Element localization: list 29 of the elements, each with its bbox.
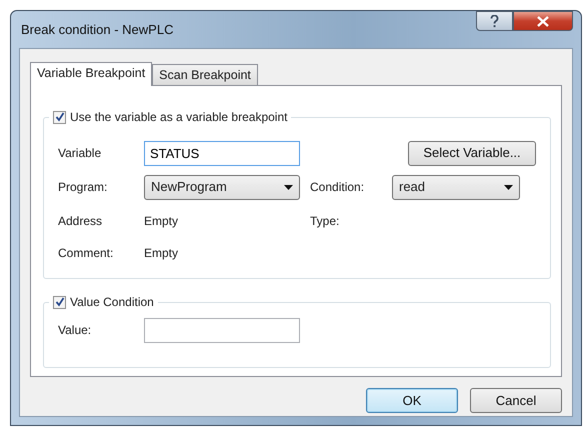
- dialog-button[interactable]: Cancel: [470, 388, 562, 413]
- field-label: Address: [58, 213, 104, 230]
- field-label: Variable: [58, 145, 102, 162]
- close-button[interactable]: [513, 11, 573, 31]
- field-label: Comment:: [58, 245, 114, 262]
- field-label: Type:: [309, 213, 340, 230]
- field-label: Program:: [58, 179, 108, 196]
- select-variable-button[interactable]: Select Variable...: [408, 140, 536, 166]
- dropdown-arrow-icon: [284, 184, 293, 190]
- dropdown[interactable]: NewProgram: [144, 174, 300, 200]
- checkbox[interactable]: [53, 296, 66, 308]
- tab[interactable]: Variable Breakpoint: [30, 62, 152, 86]
- input-field[interactable]: [144, 318, 300, 342]
- help-icon: [490, 14, 499, 28]
- window-title: Break condition - NewPLC: [20, 20, 174, 39]
- checkbox-label: Value Condition: [70, 294, 154, 311]
- field-value: Empty: [144, 213, 180, 230]
- checkbox[interactable]: [53, 110, 66, 124]
- field-label: Value:: [58, 322, 92, 339]
- input-field[interactable]: STATUS: [144, 140, 300, 166]
- help-button[interactable]: [476, 11, 513, 31]
- close-icon: [537, 16, 549, 26]
- tab[interactable]: Scan Breakpoint: [152, 64, 258, 85]
- dialog-button[interactable]: OK: [366, 388, 458, 413]
- dropdown[interactable]: read: [392, 174, 520, 200]
- dropdown-arrow-icon: [504, 184, 513, 190]
- field-label: Condition:: [309, 179, 366, 196]
- checkbox-label: Use the variable as a variable breakpoint: [70, 109, 288, 126]
- field-value: Empty: [144, 245, 180, 262]
